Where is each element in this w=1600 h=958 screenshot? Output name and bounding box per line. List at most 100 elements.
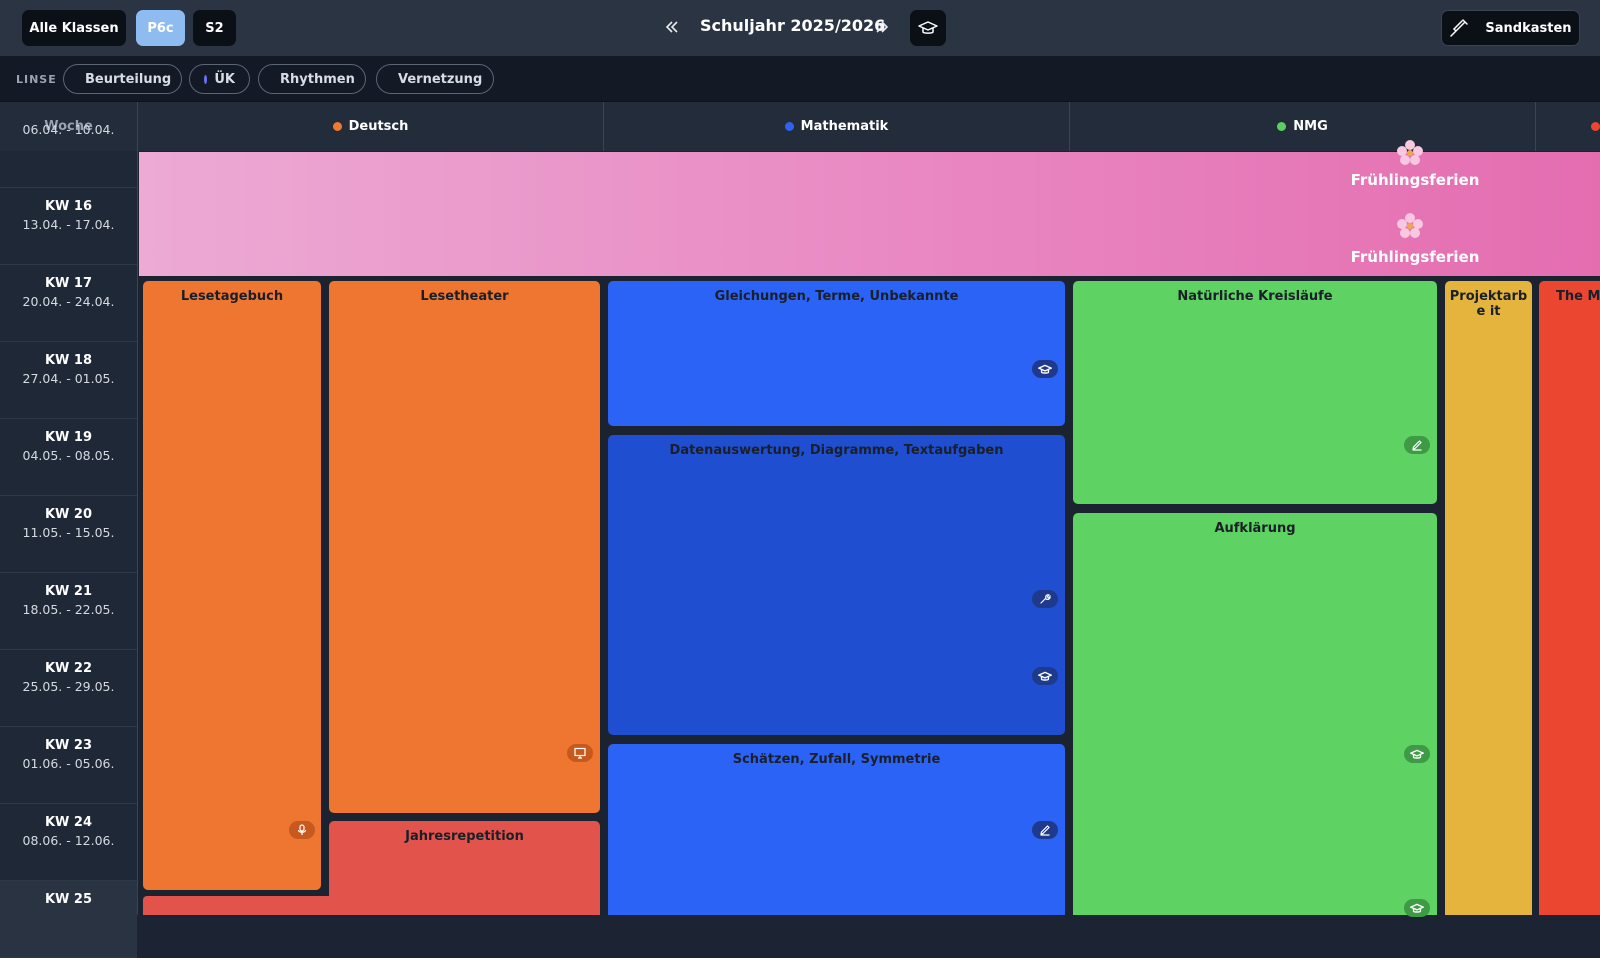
flower-icon [1397, 140, 1423, 165]
pencil-icon[interactable] [1404, 436, 1430, 454]
subject-label: Deutsch [348, 119, 409, 134]
block-aufklaerung[interactable]: Aufklärung [1073, 513, 1437, 917]
week-number: KW 18 [44, 353, 93, 368]
block-title: Lesetheater [420, 289, 509, 304]
orange-dot-icon [332, 122, 342, 131]
week-row: KW 25 [0, 881, 137, 958]
semester-s2-button[interactable]: S2 [193, 10, 236, 46]
semester-label: S2 [205, 20, 224, 36]
block-title: Datenauswertung, Diagramme, Textaufgaben [669, 443, 1004, 458]
lens-label: LINSE [16, 73, 57, 86]
holiday-band[interactable]: Frühlingsferien Frühlingsferien [139, 140, 1600, 276]
block-the-mo[interactable]: The Mo [1539, 281, 1600, 915]
week-row: KW 20 11.05. - 15.05. [0, 496, 137, 573]
week-number: KW 17 [44, 276, 93, 291]
holiday-label: Frühlingsferien [1350, 171, 1480, 189]
subject-label: NMG [1293, 119, 1328, 134]
sandbox-label: Sandkasten [1485, 20, 1572, 36]
week-row: 06.04. - 10.04. [0, 111, 137, 188]
lens-chip-vernetzung[interactable]: Vernetzung [376, 64, 494, 94]
wrench-icon[interactable] [1032, 590, 1058, 608]
week-row: KW 17 20.04. - 24.04. [0, 265, 137, 342]
week-number: KW 19 [44, 430, 93, 445]
week-dates: 01.06. - 05.06. [22, 756, 115, 771]
subject-header-row: Woche Deutsch Mathematik NMG [0, 102, 1600, 152]
all-classes-button[interactable]: Alle Klassen [22, 10, 126, 46]
week-row: KW 24 08.06. - 12.06. [0, 804, 137, 881]
red-dot-icon [1591, 122, 1600, 131]
week-row: KW 16 13.04. - 17.04. [0, 188, 137, 265]
block-title: Natürliche Kreisläufe [1177, 289, 1333, 304]
week-row: KW 21 18.05. - 22.05. [0, 573, 137, 650]
week-dates: 27.04. - 01.05. [22, 371, 115, 386]
week-number: KW 25 [44, 892, 93, 907]
subject-header-deutsch[interactable]: Deutsch [137, 102, 603, 151]
pencil-icon[interactable] [1032, 821, 1058, 839]
presentation-icon[interactable] [567, 744, 593, 762]
week-row: KW 23 01.06. - 05.06. [0, 727, 137, 804]
graduation-cap-icon[interactable] [1032, 667, 1058, 685]
block-title: Lesetagebuch [180, 289, 284, 304]
lens-chip-beurteilung[interactable]: Beurteilung [63, 64, 182, 94]
chip-label: ÜK [214, 71, 235, 87]
block-gleichungen[interactable]: Gleichungen, Terme, Unbekannte [608, 281, 1065, 426]
microphone-icon[interactable] [289, 821, 315, 839]
week-dates: 06.04. - 10.04. [22, 122, 115, 137]
block-lesetagebuch[interactable]: Lesetagebuch [143, 281, 321, 890]
subject-header-partial[interactable] [1535, 102, 1600, 151]
flower-icon [1397, 213, 1423, 238]
week-dates: 18.05. - 22.05. [22, 602, 115, 617]
week-column: 06.04. - 10.04. KW 16 13.04. - 17.04. KW… [0, 122, 138, 958]
week-dates: 11.05. - 15.05. [22, 525, 115, 540]
class-p6c-button[interactable]: P6c [136, 10, 185, 46]
week-number: KW 24 [44, 815, 93, 830]
top-bar: Alle Klassen P6c S2 Schuljahr 2025/2026 … [0, 0, 1600, 57]
block-kreislaeufe[interactable]: Natürliche Kreisläufe [1073, 281, 1437, 504]
block-schaetzen[interactable]: Schätzen, Zufall, Symmetrie [608, 744, 1065, 915]
block-title: Schätzen, Zufall, Symmetrie [732, 752, 941, 767]
week-number: KW 16 [44, 199, 93, 214]
graduation-cap-icon[interactable] [1032, 360, 1058, 378]
graduation-cap-icon [918, 21, 938, 34]
school-year-title: Schuljahr 2025/2026 [700, 16, 886, 35]
week-dates: 08.06. - 12.06. [22, 833, 115, 848]
week-dates: 20.04. - 24.04. [22, 294, 115, 309]
block-jahresrepetition-extension[interactable] [143, 896, 329, 915]
graduation-cap-icon[interactable] [1404, 745, 1430, 763]
blue-dot-icon [784, 122, 794, 131]
block-jahresrepetition[interactable]: Jahresrepetition [329, 821, 600, 915]
graduation-button[interactable] [910, 10, 946, 46]
week-number: KW 23 [44, 738, 93, 753]
week-row: KW 18 27.04. - 01.05. [0, 342, 137, 419]
all-classes-label: Alle Klassen [29, 20, 119, 36]
lens-chip-rhythmen[interactable]: Rhythmen [258, 64, 366, 94]
chip-label: Beurteilung [85, 71, 172, 87]
week-number: KW 20 [44, 507, 93, 522]
week-dates: 25.05. - 29.05. [22, 679, 115, 694]
class-label: P6c [147, 20, 174, 36]
green-dot-icon [1277, 122, 1287, 131]
double-chevron-right-icon[interactable] [874, 14, 890, 42]
sandbox-button[interactable]: Sandkasten [1441, 10, 1580, 46]
week-number: KW 22 [44, 661, 93, 676]
lens-chip-uek[interactable]: ÜK [189, 64, 250, 94]
chip-label: Vernetzung [398, 71, 483, 87]
block-title: The Mo [1556, 289, 1600, 304]
double-chevron-left-icon[interactable] [664, 14, 680, 42]
subject-header-nmg[interactable]: NMG [1069, 102, 1535, 151]
block-title: Projektarbe it [1449, 289, 1528, 319]
block-datenauswertung[interactable]: Datenauswertung, Diagramme, Textaufgaben [608, 435, 1065, 735]
block-lesetheater[interactable]: Lesetheater [329, 281, 600, 813]
week-row: KW 19 04.05. - 08.05. [0, 419, 137, 496]
week-dates: 04.05. - 08.05. [22, 448, 115, 463]
week-row: KW 22 25.05. - 29.05. [0, 650, 137, 727]
graduation-cap-icon[interactable] [1404, 899, 1430, 917]
subject-header-mathematik[interactable]: Mathematik [603, 102, 1069, 151]
block-title: Jahresrepetition [405, 829, 524, 844]
week-number: KW 21 [44, 584, 93, 599]
holiday-label: Frühlingsferien [1350, 248, 1480, 266]
purple-dot-icon [204, 74, 208, 84]
block-projektarbeit[interactable]: Projektarbe it [1445, 281, 1532, 915]
week-dates: 13.04. - 17.04. [22, 217, 115, 232]
lens-bar: LINSE Beurteilung ÜK Rhythmen Vernetzung [0, 57, 1600, 102]
